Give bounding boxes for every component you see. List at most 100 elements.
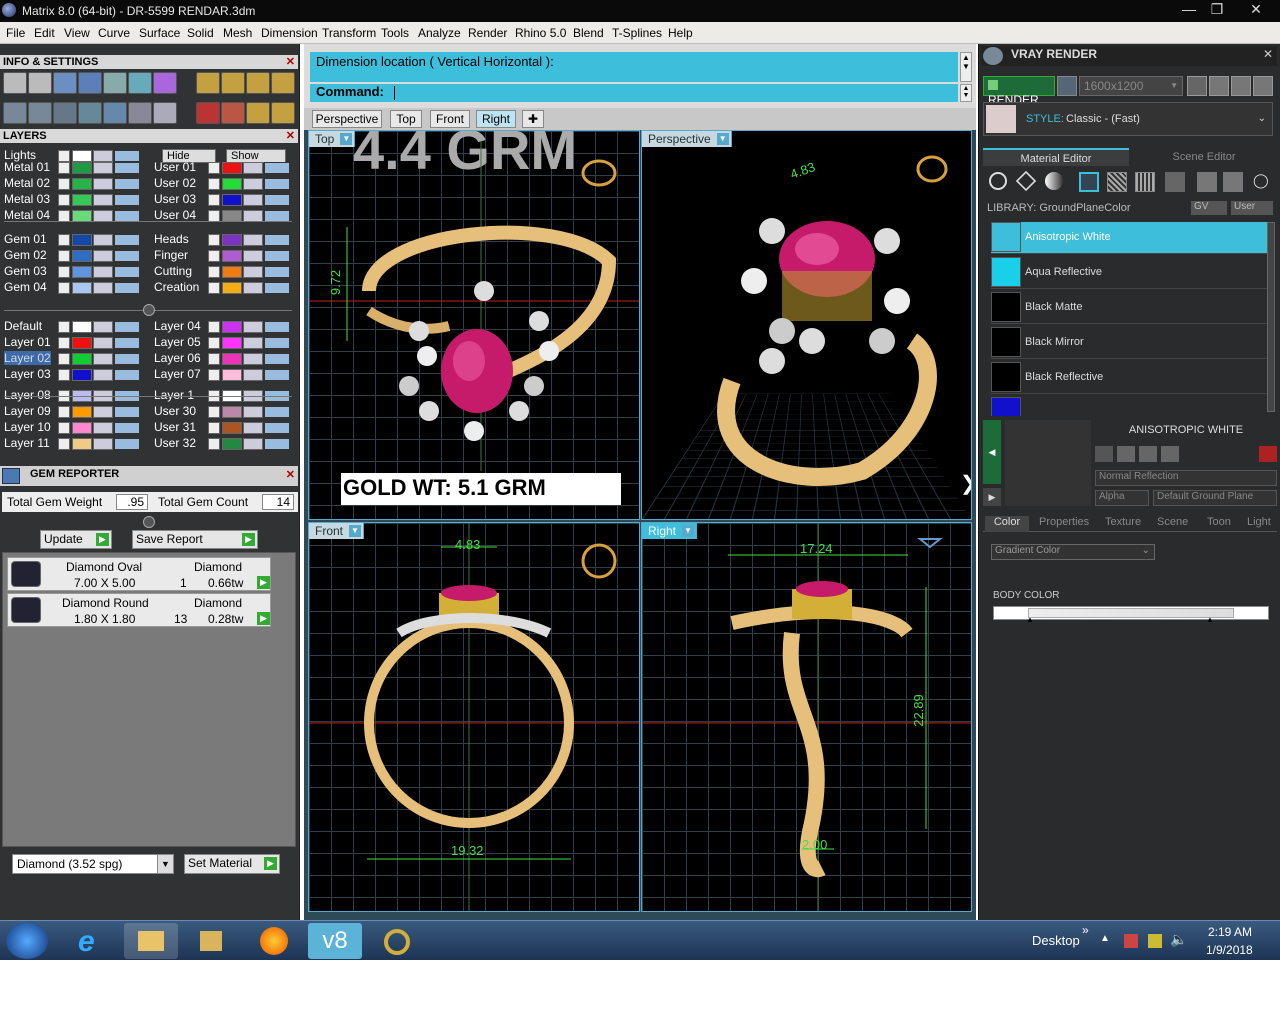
material-item[interactable]: Black Matte bbox=[991, 292, 1267, 324]
chevron-down-icon[interactable]: ▼ bbox=[157, 855, 173, 873]
lock-icon[interactable] bbox=[93, 321, 113, 333]
body-color-slider[interactable]: ▲ ▲ bbox=[993, 606, 1269, 624]
layer-color[interactable] bbox=[72, 369, 92, 381]
light-icon[interactable] bbox=[264, 422, 290, 434]
chevron-right-icon[interactable]: ❯ bbox=[960, 471, 971, 496]
layer-color[interactable] bbox=[72, 282, 92, 294]
chevron-right-icon[interactable]: » bbox=[1082, 923, 1089, 937]
set-material-button[interactable]: Set Material ▶ bbox=[184, 854, 280, 874]
viewport-label[interactable]: Top ▼ bbox=[309, 131, 356, 147]
refresh-icon[interactable] bbox=[1259, 446, 1277, 462]
material-item[interactable]: Black Reflective bbox=[991, 362, 1267, 394]
target-icon[interactable] bbox=[221, 102, 245, 124]
rewind-icon[interactable] bbox=[1187, 76, 1207, 96]
update-button[interactable]: Update ▶ bbox=[40, 530, 112, 549]
menu-surface[interactable]: Surface bbox=[139, 26, 180, 40]
layer-color[interactable] bbox=[72, 406, 92, 418]
layer-row[interactable]: Gem 02 bbox=[4, 248, 144, 263]
layer-row[interactable]: Layer 03 bbox=[4, 367, 144, 382]
save-icon[interactable] bbox=[1095, 446, 1113, 462]
light-icon[interactable] bbox=[264, 162, 290, 174]
expand-preview-icon[interactable]: ◀ bbox=[983, 420, 1001, 484]
expand-icon[interactable] bbox=[58, 266, 70, 278]
export-icon[interactable] bbox=[1139, 446, 1157, 462]
light-icon[interactable] bbox=[114, 178, 140, 190]
lock-icon[interactable] bbox=[93, 178, 113, 190]
filter-icon[interactable] bbox=[103, 102, 127, 124]
material-item[interactable] bbox=[991, 397, 1267, 416]
close-icon[interactable]: ✕ bbox=[286, 129, 295, 143]
gumball-icon[interactable] bbox=[271, 102, 295, 124]
light-icon[interactable] bbox=[114, 369, 140, 381]
menu-transform[interactable]: Transform bbox=[322, 26, 376, 40]
gradient-select[interactable]: Gradient Color ⌄ bbox=[991, 544, 1155, 560]
layer-row[interactable]: User 02 bbox=[154, 176, 294, 191]
chevron-down-icon[interactable]: ▼ bbox=[716, 133, 729, 145]
lock-icon[interactable] bbox=[93, 438, 113, 450]
expand-icon[interactable] bbox=[208, 162, 220, 174]
expand-icon[interactable] bbox=[208, 250, 220, 262]
lock-icon[interactable] bbox=[93, 406, 113, 418]
planar-icon[interactable] bbox=[271, 72, 295, 94]
gem-row[interactable]: Diamond Round Diamond 1.80 X 1.80 13 0.2… bbox=[7, 593, 271, 627]
grid-snap-icon[interactable] bbox=[221, 72, 245, 94]
light-icon[interactable] bbox=[264, 369, 290, 381]
layout-icon[interactable] bbox=[3, 102, 27, 124]
layer-row[interactable]: User 31 bbox=[154, 420, 294, 435]
transform-icon[interactable] bbox=[246, 102, 270, 124]
light-icon[interactable] bbox=[264, 282, 290, 294]
light-icon[interactable] bbox=[264, 266, 290, 278]
layer-row[interactable]: Layer 06 bbox=[154, 351, 294, 366]
viewport-front[interactable]: 4.83 19.32 Front ▼ bbox=[308, 522, 640, 912]
expand-icon[interactable] bbox=[208, 369, 220, 381]
lock-icon[interactable] bbox=[93, 250, 113, 262]
volume-icon[interactable]: 🔈 bbox=[1170, 931, 1187, 948]
light-icon[interactable] bbox=[264, 337, 290, 349]
scroll-arrows[interactable]: ▲ ▼ bbox=[960, 52, 972, 82]
light-icon[interactable] bbox=[264, 250, 290, 262]
layer-row[interactable]: Creation bbox=[154, 280, 294, 295]
material-item[interactable]: Anisotropic White bbox=[991, 222, 1267, 254]
menu-tools[interactable]: Tools bbox=[381, 26, 409, 40]
expand-icon[interactable] bbox=[208, 194, 220, 206]
menu-mesh[interactable]: Mesh bbox=[223, 26, 252, 40]
layer-color[interactable] bbox=[72, 321, 92, 333]
ortho-icon[interactable] bbox=[246, 72, 270, 94]
light-icon[interactable] bbox=[114, 321, 140, 333]
light-icon[interactable] bbox=[264, 353, 290, 365]
start-button[interactable] bbox=[6, 923, 48, 959]
light-icon[interactable] bbox=[264, 194, 290, 206]
expand-icon[interactable] bbox=[208, 353, 220, 365]
light-icon[interactable] bbox=[114, 438, 140, 450]
menu-analyze[interactable]: Analyze bbox=[418, 26, 461, 40]
menu-edit[interactable]: Edit bbox=[34, 26, 55, 40]
layer-color[interactable] bbox=[222, 266, 242, 278]
layer-color[interactable] bbox=[222, 353, 242, 365]
expand-icon[interactable] bbox=[208, 438, 220, 450]
lock-icon[interactable] bbox=[243, 422, 263, 434]
expand-icon[interactable] bbox=[58, 321, 70, 333]
layer-color[interactable] bbox=[222, 194, 242, 206]
play-icon[interactable]: ▶ bbox=[257, 576, 270, 589]
slider-handle[interactable]: ▲ bbox=[1026, 615, 1034, 624]
light-icon[interactable] bbox=[114, 266, 140, 278]
checker-icon[interactable] bbox=[1165, 172, 1185, 192]
layer-color[interactable] bbox=[222, 369, 242, 381]
solid-icon[interactable] bbox=[78, 102, 102, 124]
list-icon[interactable] bbox=[153, 102, 177, 124]
plane-icon[interactable] bbox=[1079, 172, 1099, 192]
clock-time[interactable]: 2:19 AM bbox=[1208, 925, 1252, 939]
lock-icon[interactable] bbox=[243, 266, 263, 278]
layer-color[interactable] bbox=[222, 234, 242, 246]
layer-row[interactable]: Finger bbox=[154, 248, 294, 263]
chevron-down-icon[interactable]: ▼ bbox=[349, 525, 362, 537]
pattern-icon[interactable] bbox=[1135, 172, 1155, 192]
stack-icon[interactable] bbox=[53, 72, 77, 94]
layer-color[interactable] bbox=[72, 162, 92, 174]
layer-color[interactable] bbox=[72, 194, 92, 206]
layer-row[interactable]: User 01 bbox=[154, 160, 294, 175]
user-toggle[interactable]: User bbox=[1231, 201, 1273, 215]
lock-icon[interactable] bbox=[93, 162, 113, 174]
alpha-toggle[interactable]: Alpha bbox=[1095, 490, 1149, 506]
play-icon[interactable]: ▶ bbox=[983, 488, 1001, 506]
